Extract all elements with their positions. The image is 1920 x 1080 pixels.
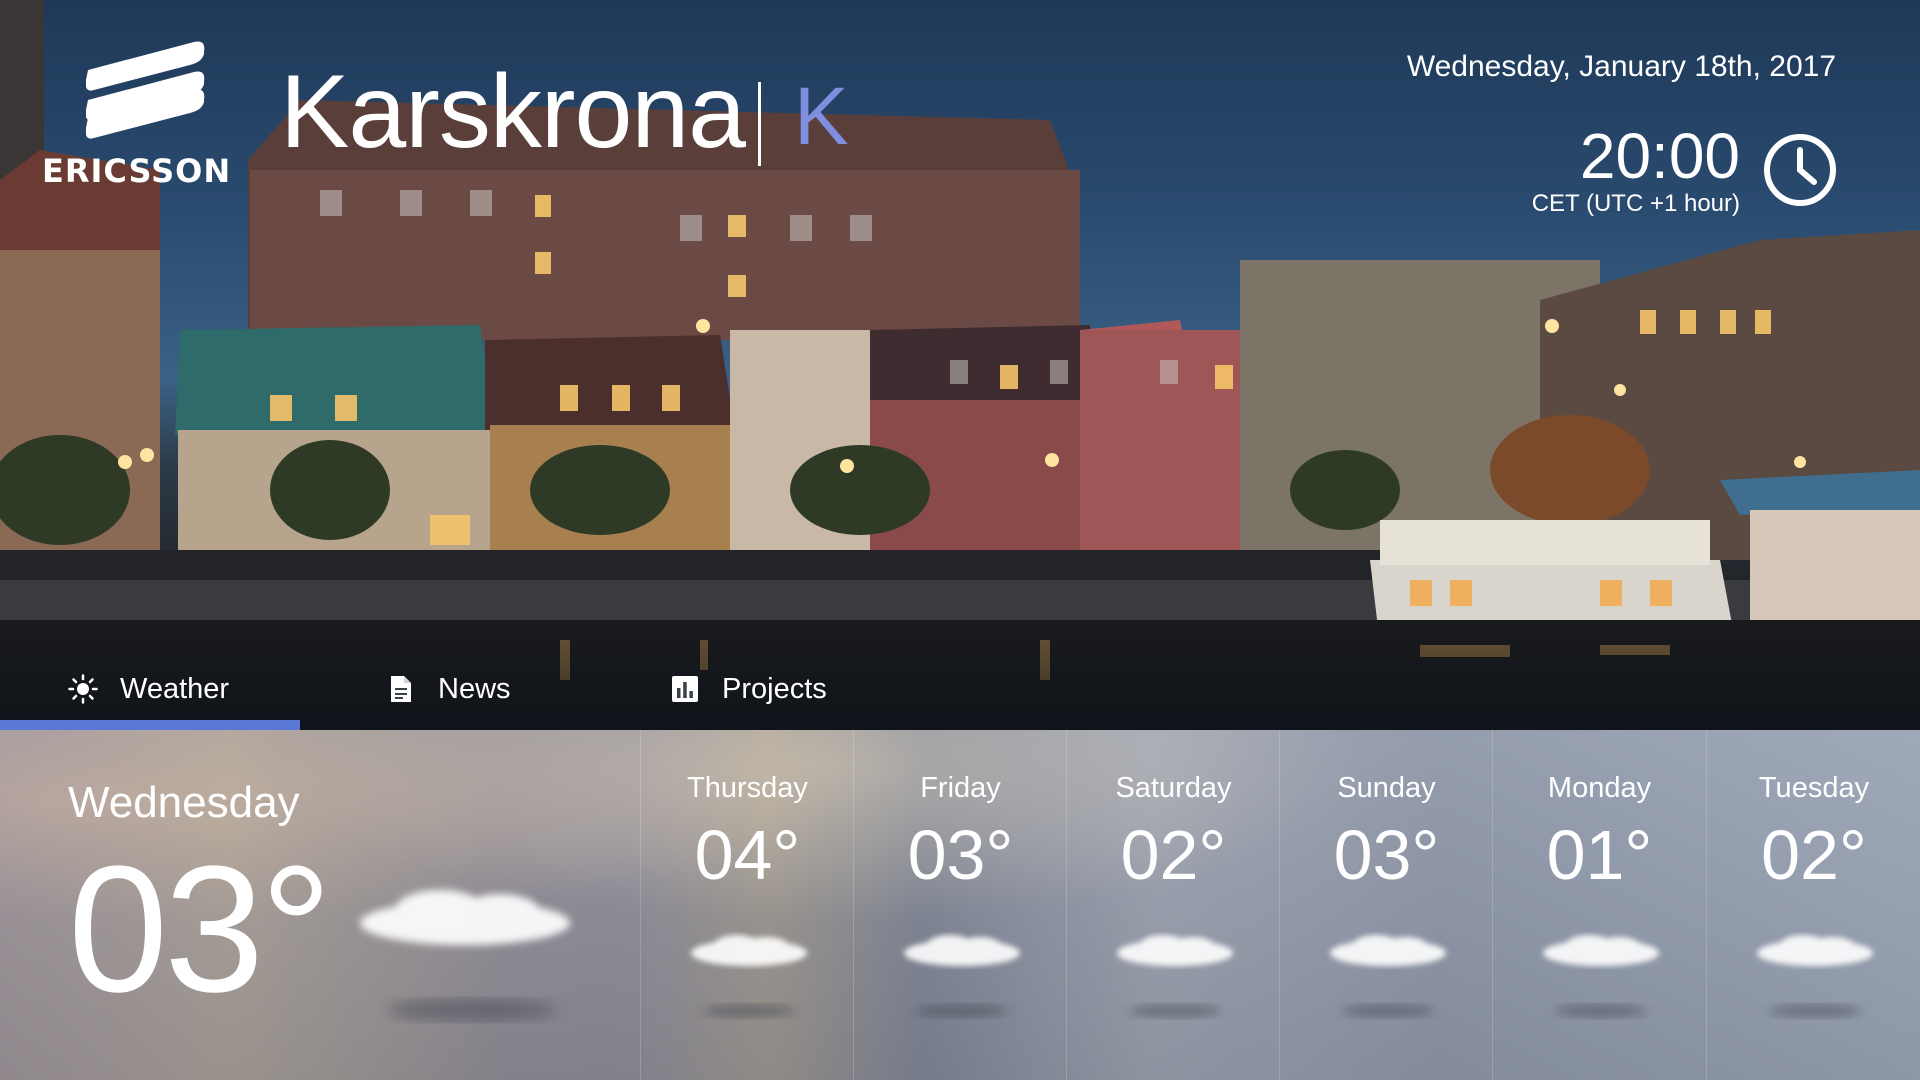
- title-divider: [758, 82, 761, 166]
- cloud-icon: [1543, 935, 1659, 966]
- cloud-icon: [1117, 935, 1233, 966]
- cloud-icon: [1330, 935, 1446, 966]
- city-initial: K: [794, 71, 849, 162]
- forecast-day-name: Monday: [1547, 772, 1652, 804]
- tab-news-label: News: [438, 672, 511, 705]
- cloud-shadow: [1342, 1004, 1434, 1018]
- cloud-shadow: [1555, 1004, 1647, 1018]
- forecast-temperature: 02°: [1761, 816, 1867, 894]
- clock-icon: [1764, 134, 1836, 206]
- today-temperature: 03°: [68, 829, 332, 1030]
- city-title: Karskrona: [280, 54, 746, 170]
- forecast-day-sunday: Sunday 03°: [1279, 730, 1493, 1080]
- today-day: Wednesday: [68, 778, 300, 827]
- cloud-shadow: [1129, 1004, 1221, 1018]
- current-date: Wednesday, January 18th, 2017: [1406, 50, 1836, 83]
- tab-projects[interactable]: Projects: [670, 648, 827, 730]
- forecast-day-name: Sunday: [1337, 772, 1436, 804]
- forecast-temperature: 03°: [907, 816, 1014, 894]
- cloud-icon: [904, 935, 1020, 966]
- cloud-icon: [691, 935, 807, 966]
- brand-name: ERICSSON: [42, 152, 232, 190]
- cloud-shadow: [1769, 1004, 1861, 1018]
- tab-weather-label: Weather: [120, 672, 230, 705]
- forecast-day-friday: Friday 03°: [853, 730, 1067, 1080]
- active-tab-indicator: [0, 720, 300, 730]
- cloud-shadow: [916, 1004, 1008, 1018]
- current-time: 20:00: [1579, 120, 1740, 192]
- forecast-day-tuesday: Tuesday 02°: [1706, 730, 1920, 1080]
- forecast-day-name: Thursday: [687, 772, 808, 804]
- forecast-temperature: 03°: [1333, 816, 1440, 894]
- cloud-shadow: [703, 1004, 795, 1018]
- forecast-day-name: Saturday: [1115, 772, 1232, 804]
- forecast-temperature: 01°: [1546, 816, 1653, 894]
- cloud-icon: [1757, 935, 1873, 966]
- document-icon: [391, 676, 411, 702]
- forecast-temperature: 02°: [1120, 816, 1227, 894]
- cloud-icon: [360, 890, 570, 945]
- forecast-day-saturday: Saturday 02°: [1066, 730, 1280, 1080]
- ericsson-logo: ERICSSON: [42, 40, 230, 190]
- tab-weather[interactable]: Weather: [68, 648, 229, 730]
- tab-projects-label: Projects: [722, 672, 827, 705]
- forecast-day-monday: Monday 01°: [1492, 730, 1706, 1080]
- bar-chart-icon: [672, 676, 698, 702]
- cloud-shadow: [387, 999, 557, 1021]
- timezone-label: CET (UTC +1 hour): [1531, 190, 1740, 217]
- forecast-day-thursday: Thursday 04°: [640, 730, 854, 1080]
- main-tabs: Weather News Projects: [0, 648, 1920, 730]
- sun-icon: [68, 674, 98, 704]
- tab-news[interactable]: News: [386, 648, 511, 730]
- forecast-day-name: Tuesday: [1758, 772, 1870, 804]
- forecast-day-name: Friday: [920, 772, 1001, 804]
- ericsson-mark-icon: [86, 41, 205, 139]
- forecast-temperature: 04°: [694, 816, 801, 894]
